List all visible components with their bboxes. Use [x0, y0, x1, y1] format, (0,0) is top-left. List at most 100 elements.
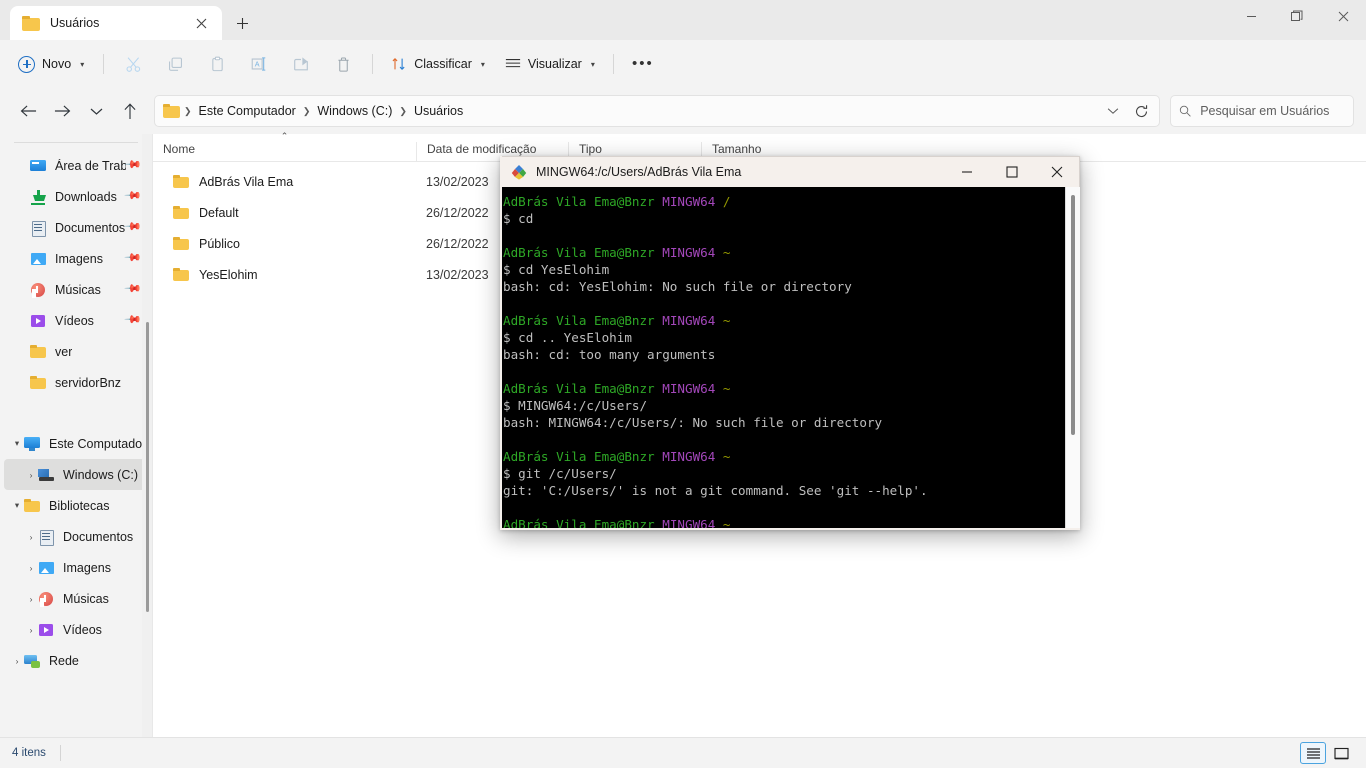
sidebar-item-label: Músicas — [63, 591, 109, 606]
share-button[interactable] — [281, 48, 321, 80]
pictures-icon — [38, 560, 55, 576]
chevron-right-icon[interactable]: › — [24, 594, 38, 604]
address-bar-row: ❯ Este Computador ❯ Windows (C:) ❯ Usuár… — [0, 88, 1366, 134]
recent-locations-button[interactable] — [80, 95, 112, 127]
cut-button[interactable] — [113, 48, 153, 80]
tab-usuarios[interactable]: Usuários — [10, 6, 222, 40]
terminal-prompt-line: AdBrás Vila Ema@Bnzr MINGW64 ~ — [502, 380, 1080, 397]
new-tab-icon[interactable] — [226, 7, 258, 39]
prompt-path: ~ — [722, 449, 731, 464]
download-icon — [30, 189, 47, 205]
forward-button[interactable] — [46, 95, 78, 127]
more-options-label: ••• — [631, 55, 654, 73]
paste-button[interactable] — [197, 48, 237, 80]
column-header-nome[interactable]: ⌃ Nome — [153, 131, 416, 161]
music-icon — [30, 282, 47, 298]
terminal-title-bar[interactable]: MINGW64:/c/Users/AdBrás Vila Ema — [500, 156, 1080, 187]
sidebar-item-este-computador[interactable]: ▾ Este Computador — [4, 428, 146, 459]
sort-arrows-icon — [392, 58, 405, 70]
sidebar-item-lib-imagens[interactable]: › Imagens — [4, 552, 146, 583]
details-view-button[interactable] — [1300, 742, 1326, 764]
search-box[interactable] — [1170, 95, 1354, 127]
terminal-output[interactable]: AdBrás Vila Ema@Bnzr MINGW64 /$ cd AdBrá… — [500, 187, 1080, 530]
maximize-restore-button[interactable] — [1274, 0, 1320, 32]
chevron-right-icon[interactable]: › — [24, 563, 38, 573]
folder-icon — [163, 104, 180, 118]
svg-text:A: A — [255, 59, 260, 68]
search-icon — [1179, 105, 1191, 117]
rename-icon: A — [251, 57, 266, 71]
terminal-scrollbar-thumb[interactable] — [1071, 195, 1075, 435]
sort-button[interactable]: Classificar ▾ — [382, 48, 494, 80]
sidebar-item-documentos[interactable]: › Documentos 📌 — [4, 212, 146, 243]
this-pc-icon — [24, 436, 41, 452]
terminal-minimize-button[interactable] — [944, 157, 989, 187]
chevron-right-icon[interactable]: › — [24, 625, 38, 635]
sidebar-item-desktop[interactable]: › Área de Traba 📌 — [4, 150, 146, 181]
refresh-button[interactable] — [1127, 98, 1155, 124]
folder-icon — [173, 236, 190, 252]
trash-icon — [338, 57, 349, 72]
sidebar-item-lib-videos[interactable]: › Vídeos — [4, 614, 146, 645]
sidebar-item-lib-musicas[interactable]: › Músicas — [4, 583, 146, 614]
sidebar-item-musicas[interactable]: › Músicas 📌 — [4, 274, 146, 305]
refresh-icon — [1135, 104, 1147, 117]
sidebar-item-lib-documentos[interactable]: › Documentos — [4, 521, 146, 552]
terminal-text-line: $ cd .. YesElohim — [503, 330, 632, 345]
sidebar-item-servidorbnz[interactable]: › servidorBnz — [4, 367, 146, 398]
terminal-text-line: $ cd YesElohim — [503, 262, 610, 277]
view-button[interactable]: Visualizar ▾ — [496, 48, 604, 80]
sidebar-item-windows-c[interactable]: › Windows (C:) — [4, 459, 146, 490]
rename-button[interactable]: A — [239, 48, 279, 80]
chevron-down-icon[interactable]: ▾ — [10, 438, 24, 449]
address-bar[interactable]: ❯ Este Computador ❯ Windows (C:) ❯ Usuár… — [154, 95, 1160, 127]
breadcrumb-item-1[interactable]: Windows (C:) — [311, 101, 398, 121]
breadcrumb-item-0[interactable]: Este Computador — [193, 101, 302, 121]
copy-button[interactable] — [155, 48, 195, 80]
chevron-right-icon[interactable]: › — [24, 532, 38, 542]
prompt-user: AdBrás Vila Ema@Bnzr — [503, 313, 655, 328]
up-button[interactable] — [114, 95, 146, 127]
terminal-close-button[interactable] — [1034, 157, 1079, 187]
terminal-prompt-line: AdBrás Vila Ema@Bnzr MINGW64 / — [502, 193, 1080, 210]
search-input[interactable] — [1200, 104, 1345, 118]
sidebar-item-downloads[interactable]: › Downloads 📌 — [4, 181, 146, 212]
more-options-button[interactable]: ••• — [623, 48, 663, 80]
sidebar-item-label: Vídeos — [63, 622, 102, 637]
sidebar-item-label: Músicas — [55, 282, 101, 297]
new-button[interactable]: Novo ▾ — [10, 48, 94, 80]
item-count-label: 4 itens — [12, 747, 46, 759]
sidebar-item-ver[interactable]: › ver — [4, 336, 146, 367]
back-button[interactable] — [12, 95, 44, 127]
divider — [14, 142, 138, 143]
large-icons-view-button[interactable] — [1328, 742, 1354, 764]
new-button-label: Novo — [42, 57, 72, 71]
title-bar: Usuários — [0, 0, 1366, 40]
close-button[interactable] — [1320, 0, 1366, 32]
address-dropdown-button[interactable] — [1099, 98, 1127, 124]
sidebar-item-rede[interactable]: › Rede — [4, 645, 146, 676]
chevron-right-icon[interactable]: › — [24, 470, 38, 480]
sidebar-item-imagens[interactable]: › Imagens 📌 — [4, 243, 146, 274]
chevron-right-icon[interactable]: › — [10, 656, 24, 666]
chevron-down-icon: ▾ — [590, 59, 595, 69]
tab-close-icon[interactable] — [188, 10, 214, 36]
terminal-maximize-button[interactable] — [989, 157, 1034, 187]
documents-icon — [38, 529, 55, 546]
details-view-icon — [1306, 747, 1320, 759]
delete-button[interactable] — [323, 48, 363, 80]
sidebar-item-bibliotecas[interactable]: ▾ Bibliotecas — [4, 490, 146, 521]
minimize-button[interactable] — [1228, 0, 1274, 32]
column-header-label: Tamanho — [712, 142, 762, 156]
terminal-window-controls — [944, 157, 1079, 187]
terminal-text-line: $ git /c/Users/ — [503, 466, 617, 481]
share-icon — [294, 57, 309, 71]
sidebar-scrollbar-thumb[interactable] — [146, 322, 149, 612]
sidebar-item-videos[interactable]: › Vídeos 📌 — [4, 305, 146, 336]
breadcrumb-item-2[interactable]: Usuários — [408, 101, 469, 121]
prompt-user: AdBrás Vila Ema@Bnzr — [503, 245, 655, 260]
chevron-down-icon[interactable]: ▾ — [10, 500, 24, 511]
sidebar-item-label: Imagens — [55, 251, 103, 266]
file-name-label: Público — [199, 236, 240, 251]
